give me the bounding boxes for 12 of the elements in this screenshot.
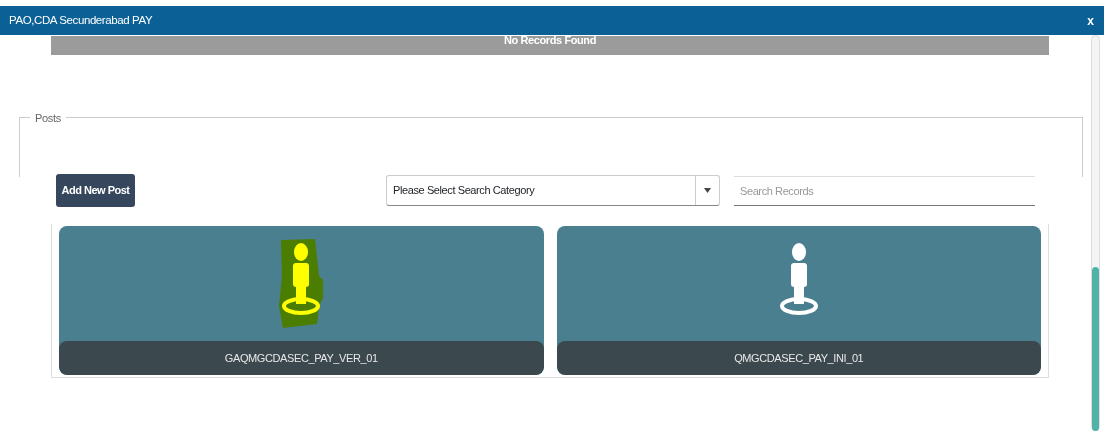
scrollbar[interactable] bbox=[1091, 35, 1100, 431]
category-select[interactable]: Please Select Search Category bbox=[386, 175, 720, 206]
close-button[interactable]: x bbox=[1085, 11, 1096, 30]
add-post-button[interactable]: Add New Post bbox=[56, 174, 135, 207]
post-card[interactable]: QMGCDASEC_PAY_INI_01 bbox=[556, 226, 1041, 375]
post-label: QMGCDASEC_PAY_INI_01 bbox=[556, 341, 1041, 375]
no-records-banner: No Records Found bbox=[51, 36, 1049, 55]
window-title: PAO,CDA Secunderabad PAY bbox=[9, 12, 153, 28]
post-card[interactable]: GAQMGCDASEC_PAY_VER_01 bbox=[59, 226, 544, 375]
search-field[interactable]: Search Records bbox=[734, 175, 1035, 206]
post-label: GAQMGCDASEC_PAY_VER_01 bbox=[59, 341, 544, 375]
caret-icon bbox=[704, 188, 711, 193]
